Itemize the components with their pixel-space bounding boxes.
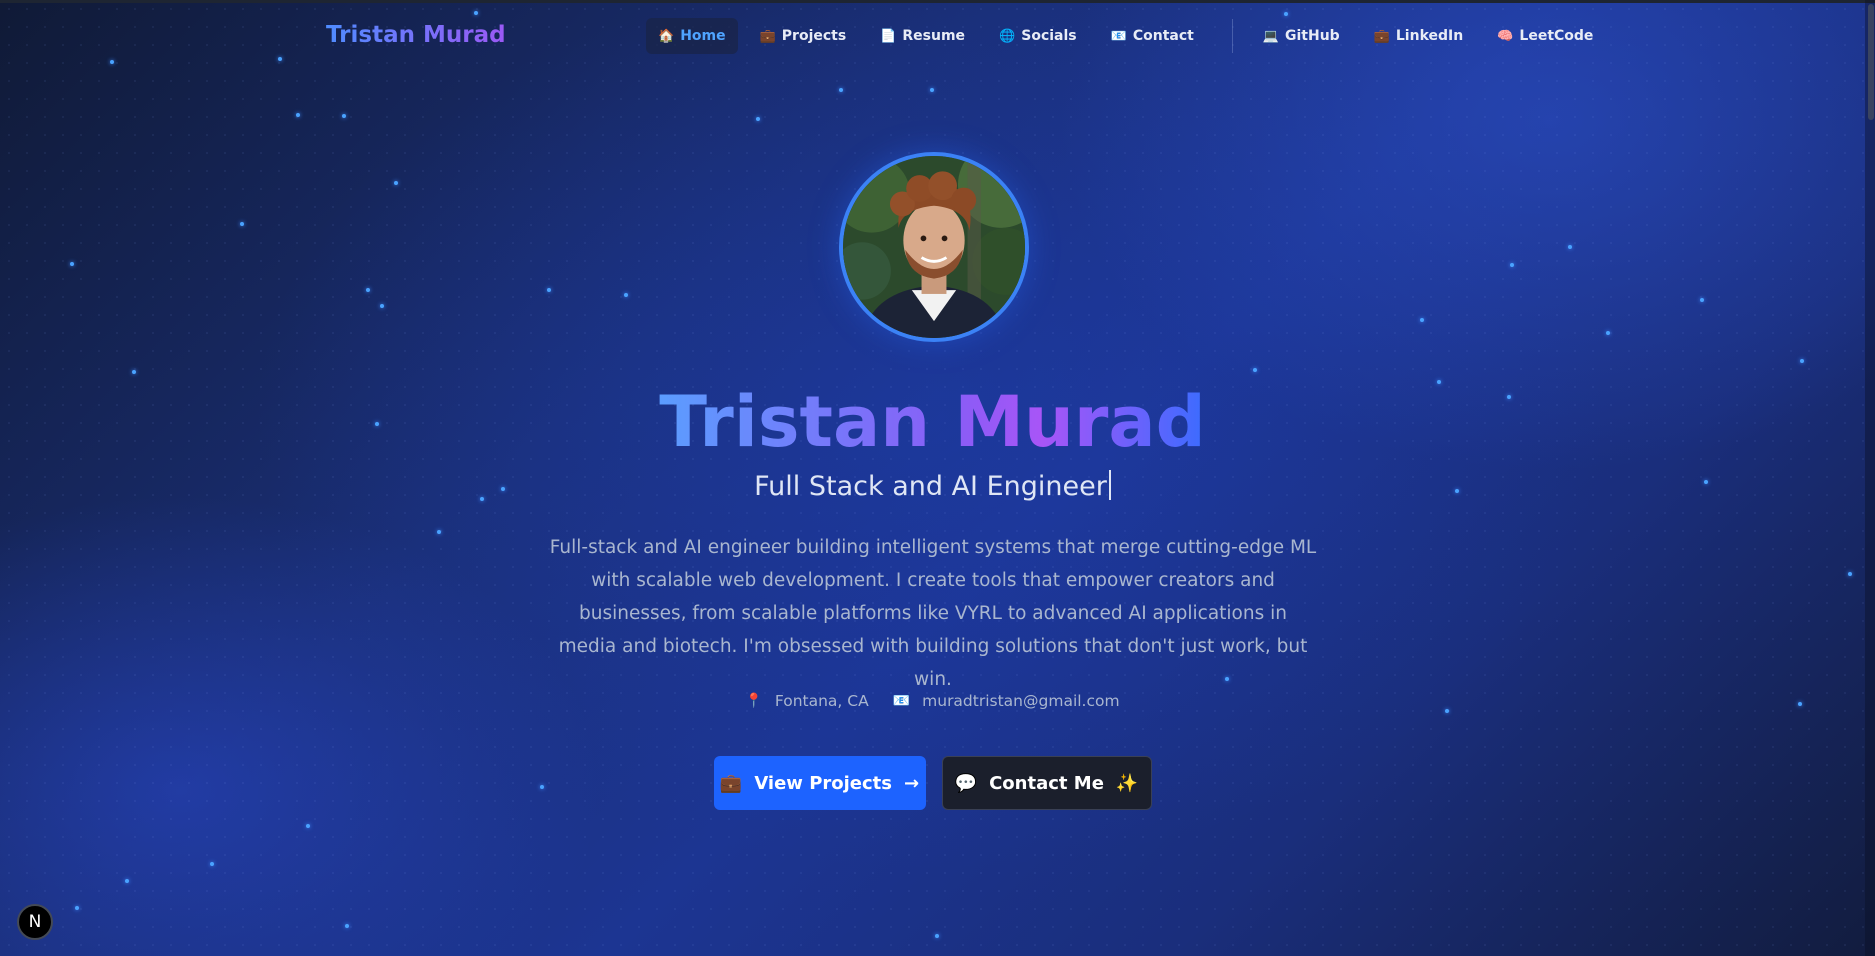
star-dot xyxy=(1848,572,1852,576)
location: 📍 Fontana, CA xyxy=(745,692,868,710)
star-dot xyxy=(366,288,370,292)
contact-me-button[interactable]: 💬 Contact Me ✨ xyxy=(941,756,1152,810)
star-dot xyxy=(547,288,551,292)
hero-actions: 💼 View Projects → 💬 Contact Me ✨ xyxy=(0,756,1865,810)
star-dot xyxy=(930,88,934,92)
star-dot xyxy=(1510,263,1514,267)
nav-label: Home xyxy=(680,28,726,44)
hero-description: Full-stack and AI engineer building inte… xyxy=(549,537,1317,690)
star-dot xyxy=(380,304,384,308)
star-dot xyxy=(756,117,760,121)
location-text: Fontana, CA xyxy=(774,692,869,710)
nav-divider xyxy=(1231,19,1233,53)
scrollbar[interactable] xyxy=(1865,0,1875,956)
star-dot xyxy=(75,906,79,910)
star-dot xyxy=(1420,318,1424,322)
laptop-icon: 💻 xyxy=(1262,28,1280,44)
star-dot xyxy=(125,879,129,883)
brand-logo[interactable]: Tristan Murad xyxy=(326,22,506,48)
page: Tristan Murad 🏠 Home 💼 Projects 📄 Resume… xyxy=(0,0,1875,956)
nav-label: LinkedIn xyxy=(1395,28,1464,44)
typing-caret xyxy=(1108,470,1111,500)
star-dot xyxy=(1284,12,1288,16)
profile-avatar xyxy=(839,152,1029,342)
star-dot xyxy=(342,114,346,118)
star-dot xyxy=(394,181,398,185)
star-dot xyxy=(474,11,478,15)
nav-label: Resume xyxy=(902,28,966,44)
nav-link-github[interactable]: 💻 GitHub xyxy=(1251,18,1352,54)
nav-label: LeetCode xyxy=(1519,28,1594,44)
nav-item-resume[interactable]: 📄 Resume xyxy=(868,18,977,54)
star-dot xyxy=(1568,245,1572,249)
star-dot xyxy=(296,113,300,117)
nav-item-home[interactable]: 🏠 Home xyxy=(646,18,738,54)
star-dot xyxy=(1700,298,1704,302)
pin-icon: 📍 xyxy=(745,693,763,709)
star-dot xyxy=(345,924,349,928)
view-projects-button[interactable]: 💼 View Projects → xyxy=(713,756,926,810)
brain-icon: 🧠 xyxy=(1497,28,1514,44)
star-dot xyxy=(132,370,136,374)
star-dot xyxy=(306,824,310,828)
contact-meta: 📍 Fontana, CA 📧 muradtristan@gmail.com xyxy=(0,692,1865,710)
hero-role: Full Stack and AI Engineer xyxy=(0,470,1865,502)
sparkles-icon: ✨ xyxy=(1115,772,1139,794)
star-dot xyxy=(1800,359,1804,363)
email-icon: 📧 xyxy=(892,693,911,709)
arrow-right-icon: → xyxy=(904,772,920,794)
star-dot xyxy=(240,222,244,226)
hero-name: Tristan Murad xyxy=(0,380,1865,464)
hero-role-text: Full Stack and AI Engineer xyxy=(754,471,1107,502)
hero-name-text: Tristan Murad xyxy=(659,381,1206,463)
view-projects-label: View Projects xyxy=(754,772,893,794)
briefcase-icon: 💼 xyxy=(719,772,743,794)
dev-indicator-badge[interactable]: N xyxy=(17,904,53,940)
star-dot xyxy=(210,862,214,866)
star-dot xyxy=(1253,368,1257,372)
nav-item-socials[interactable]: 🌐 Socials xyxy=(987,18,1089,54)
briefcase-icon: 💼 xyxy=(1373,28,1390,44)
star-dot xyxy=(624,293,628,297)
email[interactable]: 📧 muradtristan@gmail.com xyxy=(893,692,1120,710)
home-icon: 🏠 xyxy=(658,28,675,44)
chat-icon: 💬 xyxy=(954,772,978,794)
scrollbar-thumb[interactable] xyxy=(1868,4,1874,120)
nav-label: GitHub xyxy=(1285,28,1340,44)
nav-item-projects[interactable]: 💼 Projects xyxy=(748,18,859,54)
email-text[interactable]: muradtristan@gmail.com xyxy=(922,692,1119,710)
nav-link-linkedin[interactable]: 💼 LinkedIn xyxy=(1362,18,1476,54)
star-dot xyxy=(278,57,282,61)
nav-label: Projects xyxy=(781,28,847,44)
star-dot xyxy=(110,60,114,64)
document-icon: 📄 xyxy=(880,28,897,44)
globe-icon: 🌐 xyxy=(999,28,1016,44)
top-border xyxy=(0,0,1875,3)
star-dot xyxy=(437,530,441,534)
nav-link-leetcode[interactable]: 🧠 LeetCode xyxy=(1485,18,1605,54)
star-dot xyxy=(70,262,74,266)
nav-label: Socials xyxy=(1021,28,1077,44)
nav-label: Contact xyxy=(1132,28,1194,44)
main-nav: 🏠 Home 💼 Projects 📄 Resume 🌐 Socials 📧 C… xyxy=(646,18,1615,54)
briefcase-icon: 💼 xyxy=(759,28,776,44)
star-dot xyxy=(935,934,939,938)
contact-me-label: Contact Me xyxy=(989,772,1104,794)
email-icon: 📧 xyxy=(1110,28,1127,44)
nav-item-contact[interactable]: 📧 Contact xyxy=(1099,18,1206,54)
star-dot xyxy=(839,88,843,92)
profile-photo xyxy=(843,156,1025,338)
star-dot xyxy=(1606,331,1610,335)
